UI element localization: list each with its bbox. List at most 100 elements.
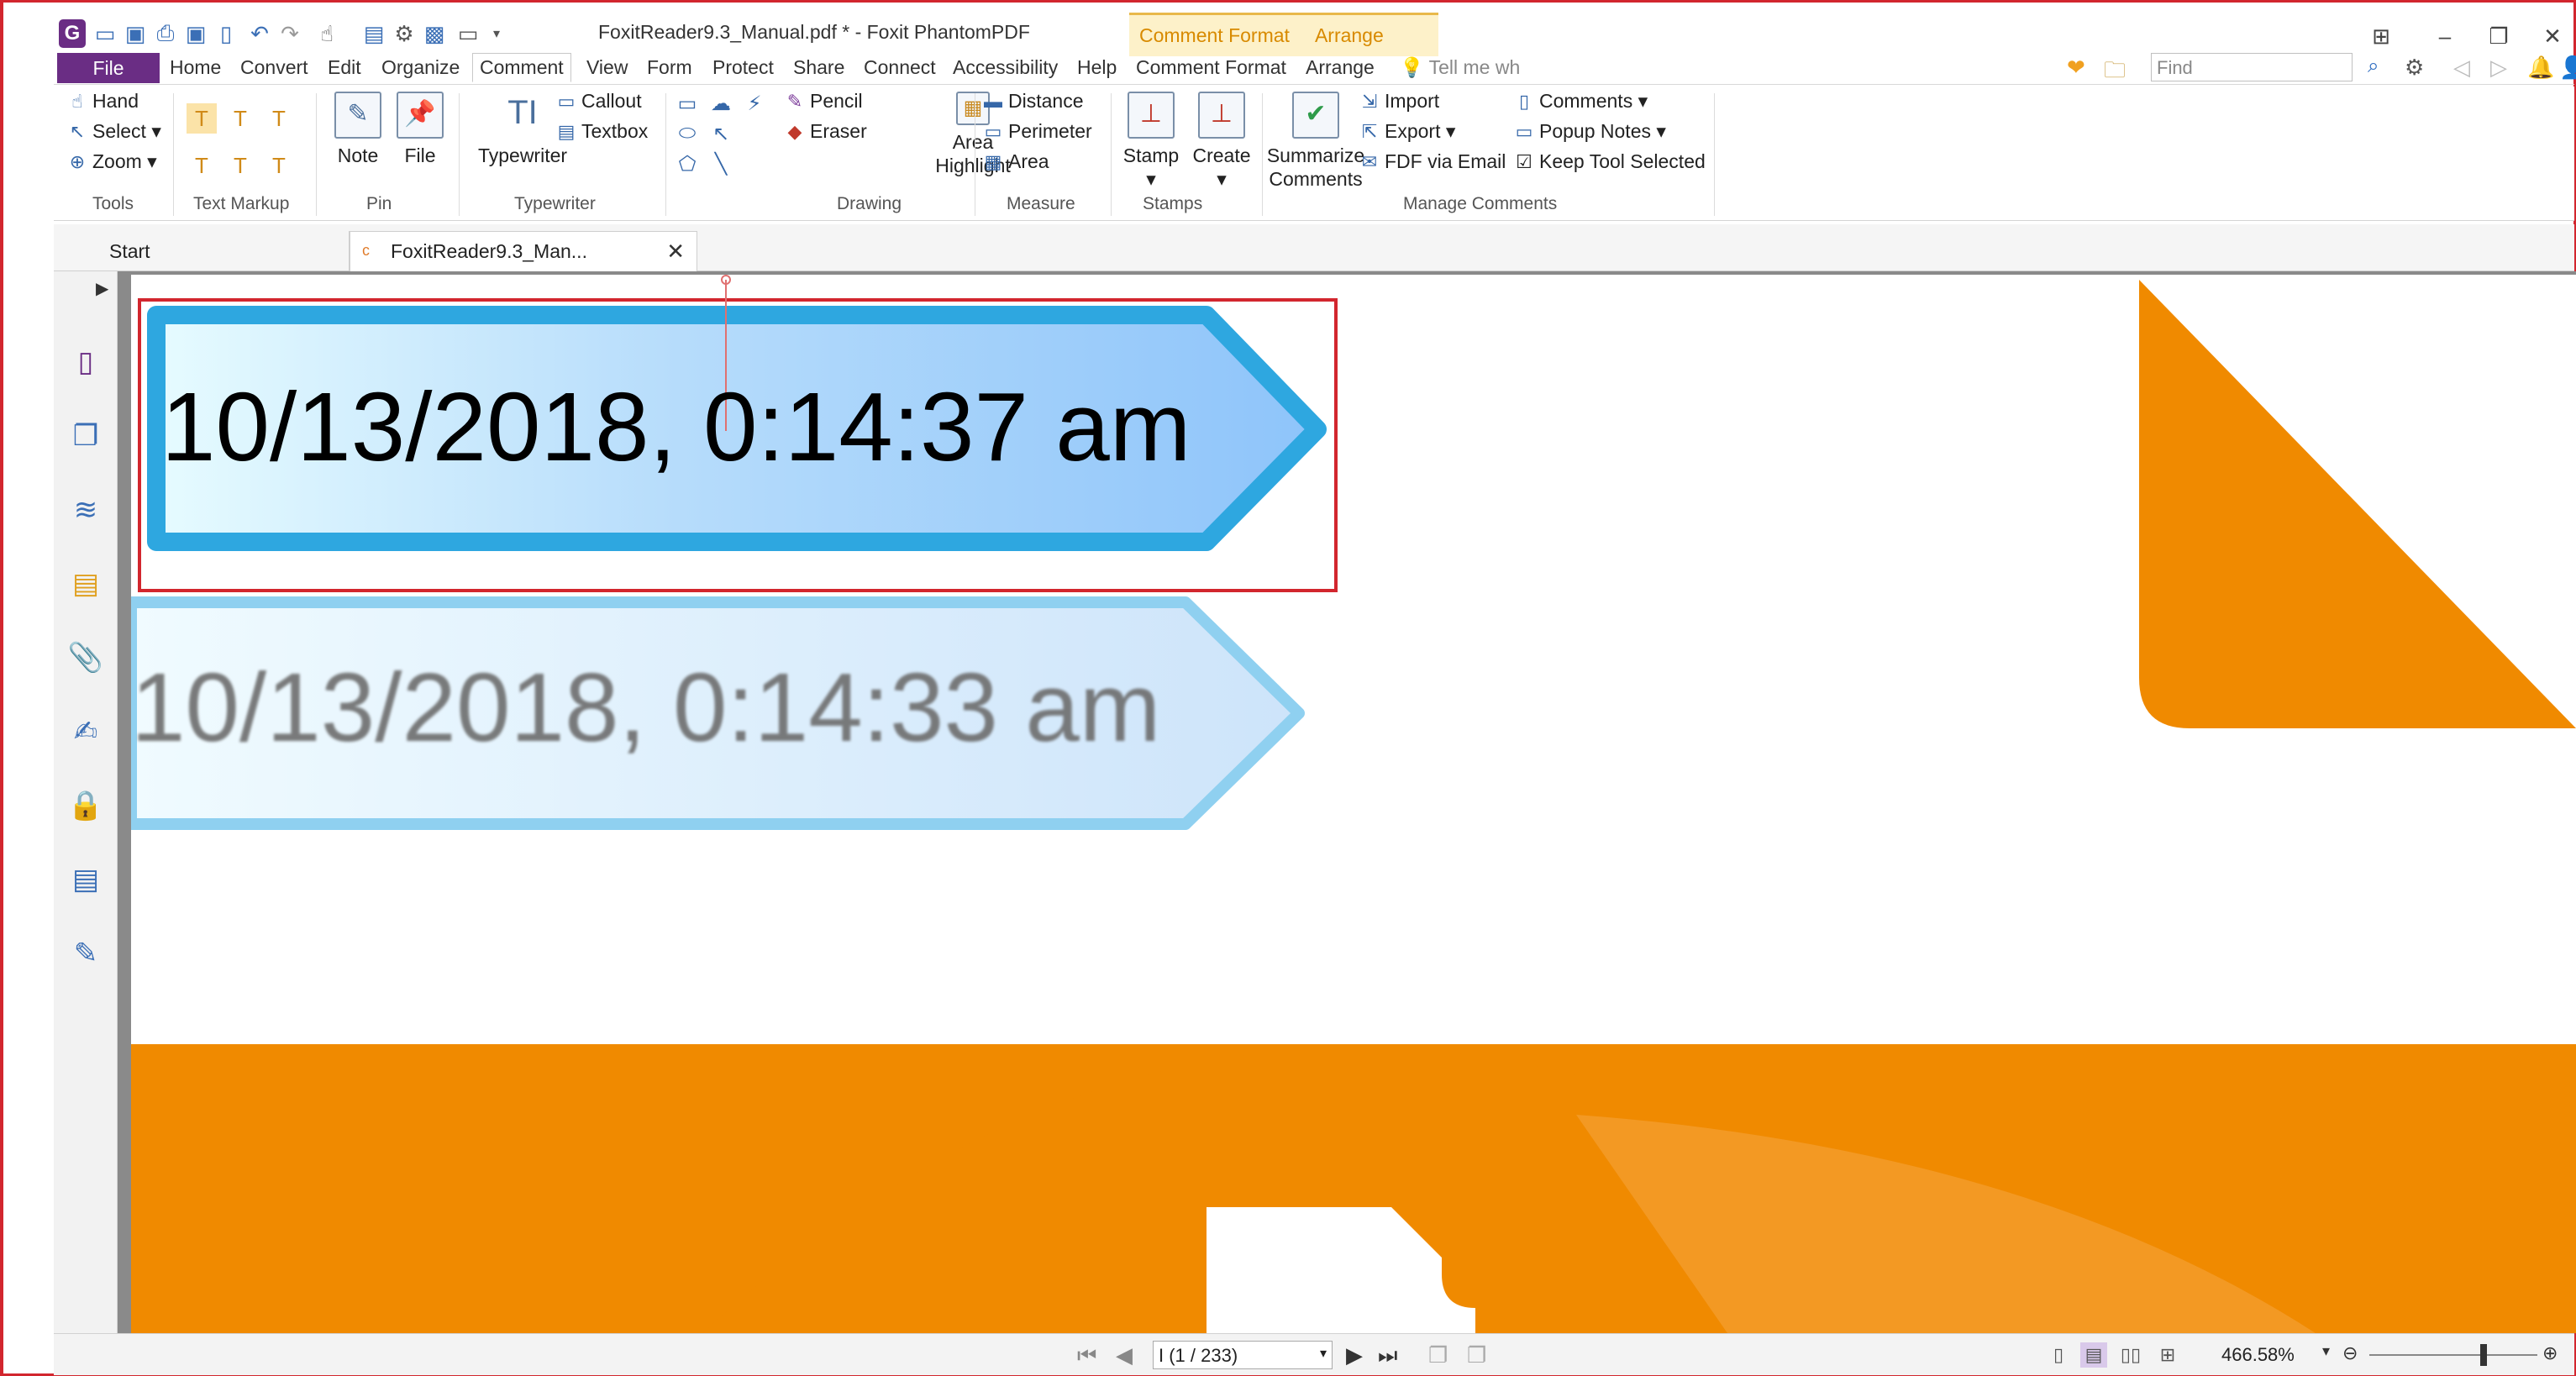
new-document-icon[interactable]: ▯ bbox=[213, 21, 239, 46]
zoom-in-icon[interactable]: ⊕ bbox=[2542, 1342, 2558, 1364]
close-window-icon[interactable]: ✕ bbox=[2536, 19, 2569, 53]
keep-tool-selected-checkbox[interactable]: ☑ Keep Tool Selected bbox=[1512, 150, 1706, 173]
tab-edit[interactable]: Edit bbox=[328, 56, 361, 79]
document-viewport[interactable]: 10/13/2018, 0:14:37 am 10/13/2018, 0:14:… bbox=[118, 271, 2576, 1333]
tag-pane-icon[interactable]: ✎ bbox=[66, 933, 106, 974]
redo-icon[interactable]: ↷ bbox=[277, 21, 302, 46]
polyline-icon[interactable]: ⚡ bbox=[739, 90, 770, 117]
user-account-icon[interactable]: 👤 bbox=[2559, 55, 2576, 81]
line-icon[interactable]: ╲ bbox=[706, 150, 736, 177]
tab-start[interactable]: Start bbox=[97, 231, 350, 271]
close-tab-icon[interactable]: ✕ bbox=[666, 239, 685, 265]
search-icon[interactable]: ⌕ bbox=[2368, 55, 2379, 78]
facing-view-icon[interactable]: ▯▯ bbox=[2117, 1342, 2144, 1368]
oval-icon[interactable]: ⬭ bbox=[672, 120, 702, 147]
pages-icon[interactable]: ❐ bbox=[66, 416, 106, 456]
zoom-out-icon[interactable]: ⊖ bbox=[2342, 1342, 2358, 1364]
expand-pane-icon[interactable]: ▶ bbox=[96, 278, 108, 299]
arrow-icon[interactable]: ↖ bbox=[706, 120, 736, 147]
tab-help[interactable]: Help bbox=[1077, 56, 1117, 79]
save-icon[interactable]: ▣ bbox=[123, 21, 148, 46]
previous-result-icon[interactable]: ◁ bbox=[2453, 55, 2470, 81]
hand-tool-icon[interactable]: ☝ bbox=[314, 21, 339, 46]
bookmarks-icon[interactable]: ▯ bbox=[66, 342, 106, 382]
hand-tool-button[interactable]: ☝ Hand bbox=[66, 90, 139, 113]
tab-document[interactable]: ᶜ FoxitReader9.3_Man... ✕ bbox=[350, 231, 697, 271]
polygon-icon[interactable]: ⬠ bbox=[672, 150, 702, 177]
comments-pane-icon[interactable]: ▤ bbox=[66, 564, 106, 604]
tab-connect[interactable]: Connect bbox=[864, 56, 936, 79]
area-button[interactable]: ▦ Area bbox=[981, 150, 1049, 173]
squiggly-text-icon[interactable]: T bbox=[264, 103, 294, 134]
eraser-button[interactable]: ◆ Eraser bbox=[783, 120, 867, 143]
zoom-dropdown-icon[interactable]: ▾ bbox=[2322, 1342, 2330, 1360]
tab-file[interactable]: File bbox=[57, 53, 160, 83]
popup-notes-dropdown[interactable]: ▭ Popup Notes ▾ bbox=[1512, 120, 1666, 143]
tab-accessibility[interactable]: Accessibility bbox=[953, 56, 1058, 79]
form-icon[interactable]: ▤ bbox=[361, 21, 386, 46]
fdf-via-email-button[interactable]: ✉ FDF via Email bbox=[1358, 150, 1506, 173]
cloud-icon[interactable]: ☁ bbox=[706, 90, 736, 117]
zoom-slider-track[interactable] bbox=[2369, 1354, 2537, 1356]
attachments-icon[interactable]: 📎 bbox=[66, 638, 106, 678]
content-pane-icon[interactable]: ▤ bbox=[66, 859, 106, 900]
callout-button[interactable]: ▭ Callout bbox=[555, 90, 642, 113]
print-icon[interactable]: ⎙ bbox=[153, 20, 178, 46]
zoom-level[interactable]: 466.58% bbox=[2221, 1344, 2295, 1366]
single-page-view-icon[interactable]: ▯ bbox=[2045, 1342, 2072, 1368]
last-page-icon[interactable]: ⏭ bbox=[1378, 1342, 1397, 1369]
select-tool-button[interactable]: ↖ Select ▾ bbox=[66, 120, 161, 143]
next-result-icon[interactable]: ▷ bbox=[2490, 55, 2507, 81]
previous-view-icon[interactable]: ❐ bbox=[1428, 1342, 1448, 1368]
tab-arrange[interactable]: Arrange bbox=[1306, 56, 1375, 79]
replace-text-icon[interactable]: T bbox=[225, 150, 255, 181]
tab-share[interactable]: Share bbox=[793, 56, 844, 79]
file-attachment-button[interactable]: 📌 File bbox=[390, 92, 450, 167]
undo-icon[interactable]: ↶ bbox=[247, 21, 272, 46]
zoom-slider-thumb[interactable] bbox=[2480, 1344, 2487, 1366]
signatures-icon[interactable]: ✍ bbox=[66, 712, 106, 752]
tab-comment-format[interactable]: Comment Format bbox=[1136, 56, 1286, 79]
highlight-text-icon[interactable]: T bbox=[187, 103, 217, 134]
page-number-input[interactable]: I (1 / 233) ▾ bbox=[1153, 1341, 1333, 1369]
tab-comment[interactable]: Comment bbox=[472, 53, 571, 82]
zoom-tool-button[interactable]: ⊕ Zoom ▾ bbox=[66, 150, 157, 173]
strikeout-text-icon[interactable]: T bbox=[187, 150, 217, 181]
next-view-icon[interactable]: ❐ bbox=[1467, 1342, 1486, 1368]
restore-icon[interactable]: ❐ bbox=[2482, 19, 2516, 53]
settings-icon[interactable]: ⚙ bbox=[392, 21, 417, 46]
stamp-button[interactable]: ⊥ Stamp ▾ bbox=[1117, 92, 1185, 191]
tab-organize[interactable]: Organize bbox=[381, 56, 460, 79]
perimeter-button[interactable]: ▭ Perimeter bbox=[981, 120, 1092, 143]
continuous-view-icon[interactable]: ▤ bbox=[2080, 1342, 2107, 1368]
continuous-facing-view-icon[interactable]: ⊞ bbox=[2154, 1342, 2181, 1368]
pencil-button[interactable]: ✎ Pencil bbox=[783, 90, 863, 113]
next-page-icon[interactable]: ▶ bbox=[1346, 1342, 1363, 1368]
tab-protect[interactable]: Protect bbox=[712, 56, 774, 79]
tab-convert[interactable]: Convert bbox=[240, 56, 308, 79]
export-button[interactable]: ⇱ Export ▾ bbox=[1358, 120, 1456, 143]
ribbon-display-icon[interactable]: ⊞ bbox=[2364, 19, 2398, 53]
tab-home[interactable]: Home bbox=[170, 56, 221, 79]
foxit-logo-icon[interactable]: G bbox=[59, 19, 86, 48]
save-as-icon[interactable]: ▣ bbox=[183, 21, 208, 46]
tab-form[interactable]: Form bbox=[647, 56, 692, 79]
distance-button[interactable]: ▬ Distance bbox=[981, 90, 1083, 113]
notification-bell-icon[interactable]: 🔔 bbox=[2527, 55, 2554, 81]
tab-view[interactable]: View bbox=[586, 56, 628, 79]
customize-quick-access-icon[interactable]: ▾ bbox=[484, 21, 509, 46]
find-settings-icon[interactable]: ⚙ bbox=[2405, 55, 2424, 81]
minimize-icon[interactable]: – bbox=[2428, 19, 2462, 53]
previous-page-icon[interactable]: ◀ bbox=[1116, 1342, 1133, 1368]
textbox-button[interactable]: ▤ Textbox bbox=[555, 120, 649, 143]
tell-me-search[interactable]: 💡 Tell me wh bbox=[1400, 56, 1520, 79]
image-icon[interactable]: ▩ bbox=[422, 21, 447, 46]
rectangle-icon[interactable]: ▭ bbox=[672, 90, 702, 117]
first-page-icon[interactable]: ⏮ bbox=[1077, 1342, 1096, 1369]
stamp-selected-text[interactable]: 10/13/2018, 0:14:37 am bbox=[161, 370, 1191, 483]
comments-dropdown[interactable]: ▯ Comments ▾ bbox=[1512, 90, 1648, 113]
page-dropdown-icon[interactable]: ▾ bbox=[1320, 1345, 1327, 1362]
open-folder-icon[interactable]: ▭ bbox=[92, 21, 118, 46]
screen-icon[interactable]: ▭ bbox=[455, 21, 481, 46]
security-lock-icon[interactable]: 🔒 bbox=[66, 785, 106, 826]
